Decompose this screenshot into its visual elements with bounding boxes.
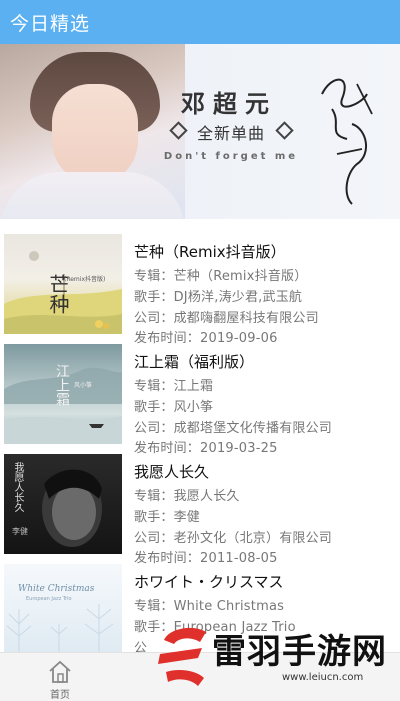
featured-banner[interactable]: 邓超元 全新单曲 Don't forget me xyxy=(0,44,400,219)
cover-subtitle: 风小筝 xyxy=(74,382,93,389)
song-company: 公司：成都嗨翻屋科技有限公司 xyxy=(134,311,319,326)
cover-subtitle: (Remix抖音版) xyxy=(64,276,106,283)
cover-art-icon xyxy=(6,604,114,652)
banner-artist-name: 邓超元 xyxy=(181,90,277,118)
album-cover: 江上霜 风小筝 xyxy=(4,344,122,444)
cover-title: White Christmas xyxy=(18,584,95,594)
watermark-logo-icon xyxy=(158,627,206,686)
song-album: 专辑：我愿人长久 xyxy=(134,489,240,504)
nav-home-label: 首页 xyxy=(50,690,70,701)
artist-face xyxy=(52,84,138,184)
top-header: 今日精选 xyxy=(0,0,400,44)
signature-icon xyxy=(321,78,373,205)
page-title: 今日精选 xyxy=(10,13,91,35)
song-album: 专辑：江上霜 xyxy=(134,379,214,394)
watermark-text: 雷羽手游网 xyxy=(212,632,387,672)
song-company: 公司：老孙文化（北京）有限公司 xyxy=(134,531,333,546)
album-cover: 芒种 (Remix抖音版) xyxy=(4,234,122,334)
song-company: 公司：成都塔堡文化传播有限公司 xyxy=(134,421,333,436)
song-title: 江上霜（福利版） xyxy=(134,353,255,371)
song-title: 芒种（Remix抖音版） xyxy=(134,243,286,261)
home-icon xyxy=(49,660,71,683)
artist-photo xyxy=(0,44,185,219)
cover-subtitle: European Jazz Trio xyxy=(26,596,72,602)
artist-shirt xyxy=(0,172,185,219)
album-cover: White Christmas European Jazz Trio xyxy=(4,564,122,652)
album-cover: 我愿人长久 李健 xyxy=(4,454,122,554)
cover-subtitle: 李健 xyxy=(12,527,28,536)
song-singer: 歌手：李健 xyxy=(134,510,201,525)
site-watermark: 雷羽手游网 www.leiucn.com xyxy=(150,612,400,700)
song-list-item[interactable]: 我愿人长久 李健 我愿人长久 专辑：我愿人长久 歌手：李健 公司：老孙文化（北京… xyxy=(0,452,400,566)
watermark-url: www.leiucn.com xyxy=(282,672,364,683)
song-list-item[interactable]: 芒种 (Remix抖音版) 芒种（Remix抖音版） 专辑：芒种（Remix抖音… xyxy=(0,232,400,346)
cover-title: 江上霜 xyxy=(54,364,70,406)
song-album: 专辑：芒种（Remix抖音版） xyxy=(134,269,308,284)
banner-tagline: Don't forget me xyxy=(163,151,299,162)
song-list-item[interactable]: 江上霜 风小筝 江上霜（福利版） 专辑：江上霜 歌手：风小筝 公司：成都塔堡文化… xyxy=(0,342,400,456)
cover-title: 我愿人长久 xyxy=(12,462,23,512)
nav-home-tab[interactable]: 首页 xyxy=(38,655,82,701)
song-title: 我愿人长久 xyxy=(134,463,210,481)
song-title: ホワイト・クリスマス xyxy=(134,573,284,591)
song-singer: 歌手：风小筝 xyxy=(134,400,214,415)
song-singer: 歌手：DJ杨洋,涛少君,武玉航 xyxy=(134,290,303,305)
